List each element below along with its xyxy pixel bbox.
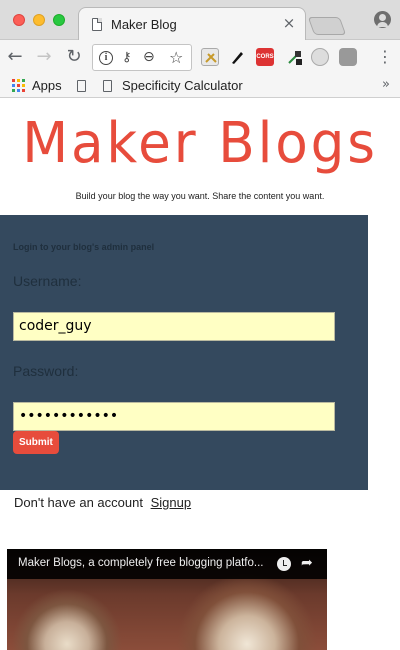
signup-prompt: Don't have an account: [14, 495, 143, 510]
scissors-extension-icon[interactable]: [201, 48, 219, 66]
site-info-icon[interactable]: i: [99, 51, 113, 65]
video-embed[interactable]: Maker Blogs, a completely free blogging …: [7, 549, 327, 650]
browser-title-bar: Maker Blog ×: [0, 0, 400, 41]
tab-title: Maker Blog: [111, 17, 177, 32]
password-input[interactable]: ••••••••••••: [13, 402, 335, 431]
apps-grid-icon[interactable]: [12, 79, 25, 92]
window-maximize-button[interactable]: [53, 14, 65, 26]
tab-close-icon[interactable]: ×: [281, 14, 297, 32]
bookmarks-bar: Apps Specificity Calculator »: [0, 74, 400, 98]
gear-extension-icon[interactable]: [311, 48, 329, 66]
password-label: Password:: [13, 363, 79, 379]
window-minimize-button[interactable]: [33, 14, 45, 26]
site-logo: Maker Blogs: [22, 111, 378, 176]
pen-extension-icon[interactable]: [228, 48, 246, 66]
site-tagline: Build your blog the way you want. Share …: [75, 191, 325, 201]
browser-toolbar: ← → ↻ i ⚷ ⊖ ☆ CORS ⋮: [0, 40, 400, 74]
new-tab-button[interactable]: [307, 17, 347, 35]
video-title-bar: Maker Blogs, a completely free blogging …: [7, 549, 327, 579]
reload-button[interactable]: ↻: [63, 46, 85, 68]
bookmarks-overflow-icon[interactable]: »: [382, 77, 390, 92]
signup-row: Don't have an account Signup: [14, 495, 191, 510]
eyedropper-extension-icon[interactable]: [286, 48, 304, 66]
back-button[interactable]: ←: [4, 46, 26, 68]
zoom-icon[interactable]: ⊖: [143, 49, 155, 65]
page-icon: [92, 18, 102, 31]
bookmark-star-icon[interactable]: ☆: [169, 48, 183, 67]
tab-maker-blog[interactable]: Maker Blog ×: [78, 7, 306, 41]
username-label: Username:: [13, 273, 82, 289]
signup-link[interactable]: Signup: [151, 495, 191, 510]
clock-icon[interactable]: [277, 557, 291, 571]
bookmark-page-icon[interactable]: [77, 80, 86, 92]
profile-icon[interactable]: [374, 11, 391, 28]
key-icon[interactable]: ⚷: [122, 50, 132, 65]
window-close-button[interactable]: [13, 14, 25, 26]
bookmark-page-icon: [103, 80, 112, 92]
video-title[interactable]: Maker Blogs, a completely free blogging …: [18, 557, 276, 569]
submit-button[interactable]: Submit: [13, 431, 59, 454]
username-input[interactable]: coder_guy: [13, 312, 335, 341]
address-bar[interactable]: i ⚷ ⊖ ☆: [92, 44, 192, 71]
login-heading: Login to your blog's admin panel: [13, 242, 155, 252]
forward-button[interactable]: →: [33, 46, 55, 68]
share-arrow-icon[interactable]: ➦: [301, 555, 313, 571]
bookmark-specificity-calculator[interactable]: Specificity Calculator: [122, 78, 243, 93]
browser-menu-icon[interactable]: ⋮: [377, 47, 393, 67]
apps-bookmark[interactable]: Apps: [32, 78, 62, 93]
cors-extension-icon[interactable]: CORS: [256, 48, 274, 66]
page-content: Maker Blogs Build your blog the way you …: [0, 99, 400, 650]
tools-extension-icon[interactable]: [339, 48, 357, 66]
login-panel: Login to your blog's admin panel Usernam…: [0, 215, 368, 490]
